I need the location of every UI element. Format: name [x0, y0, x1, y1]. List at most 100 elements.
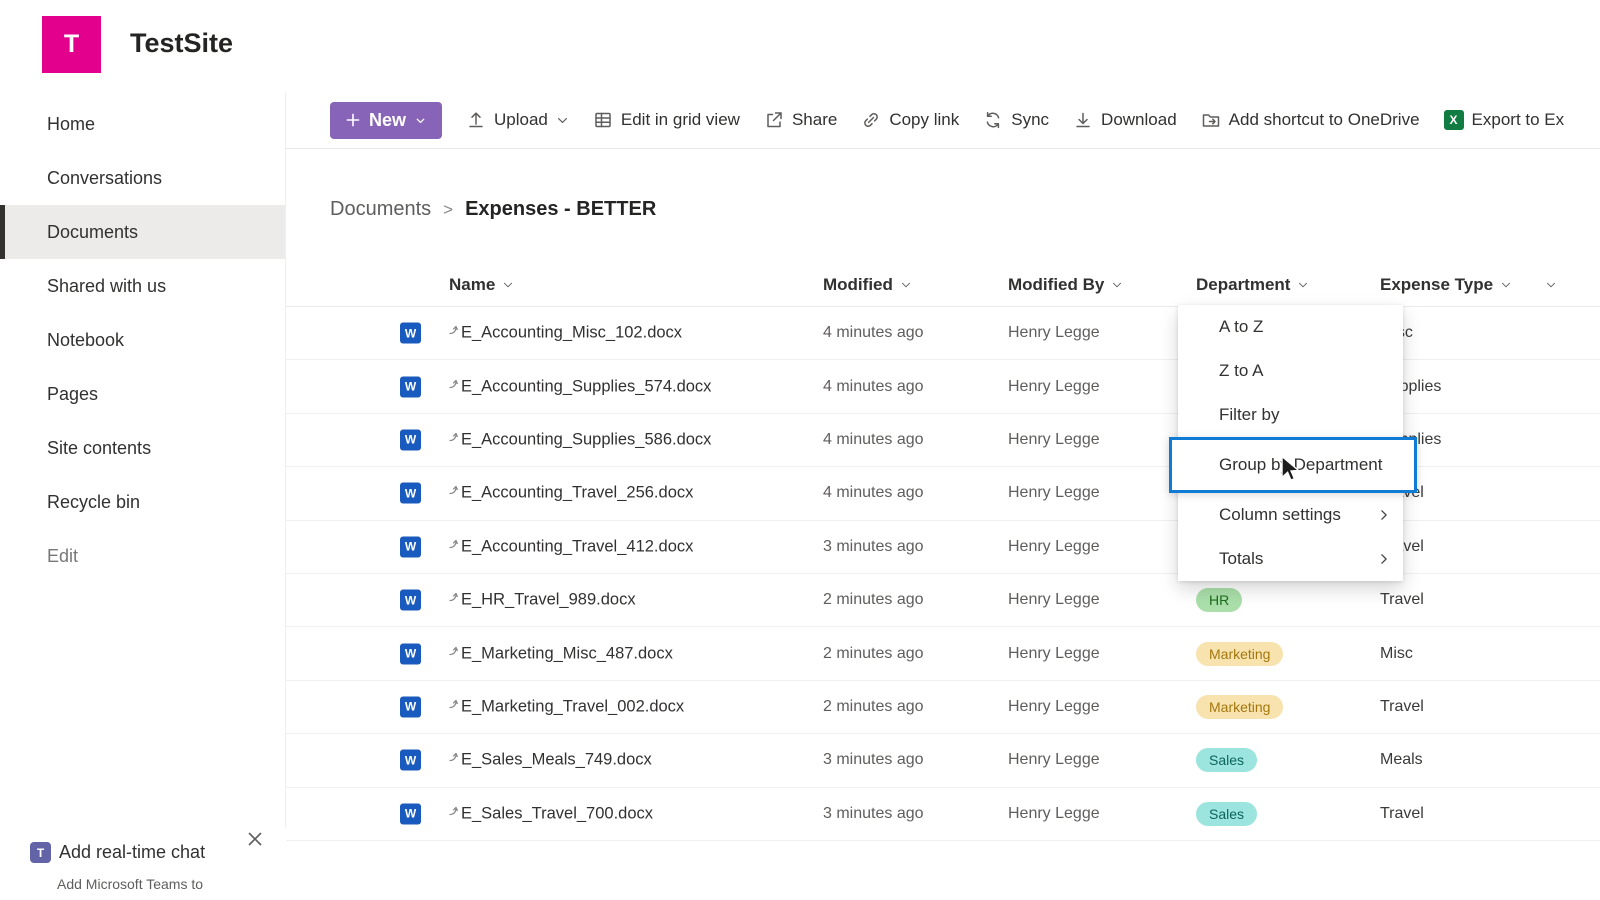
- sidebar-item-label: Conversations: [47, 167, 163, 188]
- modified-value: 3 minutes ago: [823, 537, 924, 555]
- new-badge-icon: [449, 432, 459, 442]
- word-file-icon: W: [400, 482, 421, 504]
- file-name-link[interactable]: E_Sales_Travel_700.docx: [449, 804, 653, 823]
- toolbar-item-upload[interactable]: Upload: [466, 110, 569, 130]
- department-badge: Sales: [1196, 801, 1258, 826]
- close-icon[interactable]: [244, 828, 266, 850]
- modified-value: 4 minutes ago: [823, 430, 924, 448]
- toolbar-item-share[interactable]: Share: [764, 110, 837, 130]
- file-name-link[interactable]: E_Accounting_Travel_412.docx: [449, 537, 693, 556]
- chevron-down-icon: [1299, 282, 1308, 288]
- modified-by-value: Henry Legge: [1008, 591, 1100, 609]
- file-name-link[interactable]: E_Accounting_Supplies_586.docx: [449, 430, 711, 449]
- file-name-link[interactable]: E_Accounting_Travel_256.docx: [449, 484, 693, 503]
- chevron-down-icon: [416, 118, 425, 123]
- word-file-icon: W: [400, 376, 421, 398]
- table-row[interactable]: W E_Marketing_Travel_002.docx 2 minutes …: [286, 681, 1600, 735]
- file-name-label: E_Accounting_Misc_102.docx: [461, 323, 683, 342]
- toolbar-item-label: Sync: [1011, 110, 1050, 129]
- breadcrumb-root[interactable]: Documents: [330, 198, 431, 221]
- sidebar-item-label: Recycle bin: [47, 491, 141, 512]
- column-header-modified[interactable]: Modified: [823, 275, 912, 295]
- sidebar-item-recycle-bin[interactable]: Recycle bin: [0, 475, 285, 529]
- table-row[interactable]: W E_HR_Travel_989.docx 2 minutes ago Hen…: [286, 574, 1600, 628]
- sidebar-item-label: Pages: [47, 383, 99, 404]
- menu-item-a-to-z[interactable]: A to Z: [1178, 305, 1403, 349]
- menu-item-column-settings[interactable]: Column settings: [1178, 493, 1403, 537]
- column-header-expense-type[interactable]: Expense Type: [1380, 275, 1512, 295]
- table-header: Name Modified Modified By Department Exp…: [286, 264, 1600, 307]
- sidebar-item-label: Documents: [47, 221, 139, 242]
- menu-item-totals[interactable]: Totals: [1178, 537, 1403, 581]
- download-icon: [1073, 110, 1093, 130]
- department-badge: Sales: [1196, 748, 1258, 773]
- file-name-label: E_HR_Travel_989.docx: [461, 590, 636, 609]
- sidebar-item-documents[interactable]: Documents: [0, 205, 285, 259]
- toolbar-item-sync[interactable]: Sync: [983, 110, 1049, 130]
- sidebar-item-home[interactable]: Home: [0, 97, 285, 151]
- toolbar-item-add-shortcut-to-onedrive[interactable]: Add shortcut to OneDrive: [1201, 110, 1420, 130]
- new-button-label: New: [369, 109, 407, 130]
- column-header-name-label: Name: [449, 275, 496, 294]
- breadcrumb: Documents > Expenses - BETTER: [330, 198, 656, 221]
- toolbar-item-export-to-ex[interactable]: X Export to Ex: [1443, 110, 1564, 130]
- toolbar-item-copy-link[interactable]: Copy link: [861, 110, 959, 130]
- sidebar-item-site-contents[interactable]: Site contents: [0, 421, 285, 475]
- toolbar-item-edit-in-grid-view[interactable]: Edit in grid view: [593, 110, 740, 130]
- file-name-link[interactable]: E_Marketing_Misc_487.docx: [449, 644, 673, 663]
- word-file-icon: W: [400, 749, 421, 771]
- sidebar-item-edit[interactable]: Edit: [0, 529, 285, 583]
- command-bar: New Upload Edit in grid view Share Copy …: [286, 92, 1600, 149]
- new-badge-icon: [449, 646, 459, 655]
- file-name-link[interactable]: E_HR_Travel_989.docx: [449, 591, 636, 610]
- new-button[interactable]: New: [330, 101, 443, 139]
- chevron-down-icon: [504, 282, 513, 288]
- table-row[interactable]: W E_Marketing_Misc_487.docx 2 minutes ag…: [286, 627, 1600, 681]
- new-badge-icon: [449, 539, 459, 548]
- new-badge-icon: [449, 753, 459, 762]
- site-logo[interactable]: T: [42, 16, 101, 73]
- menu-item-label: Column settings: [1219, 505, 1341, 524]
- file-name-link[interactable]: E_Accounting_Supplies_574.docx: [449, 377, 711, 396]
- word-file-icon: W: [400, 643, 421, 665]
- modified-value: 2 minutes ago: [823, 697, 924, 715]
- app-header: T TestSite: [0, 0, 1600, 92]
- chat-promo-title[interactable]: Add real-time chat: [59, 842, 205, 863]
- modified-by-value: Henry Legge: [1008, 644, 1100, 662]
- file-name-link[interactable]: E_Sales_Meals_749.docx: [449, 751, 652, 770]
- sidebar-item-label: Site contents: [47, 437, 152, 458]
- table-row[interactable]: W E_Sales_Travel_700.docx 3 minutes ago …: [286, 788, 1600, 841]
- toolbar-item-label: Upload: [494, 110, 548, 129]
- department-cell: Marketing: [1196, 641, 1284, 666]
- file-name-link[interactable]: E_Marketing_Travel_002.docx: [449, 697, 684, 716]
- file-name-label: E_Marketing_Travel_002.docx: [461, 697, 685, 716]
- file-name-label: E_Accounting_Travel_412.docx: [461, 537, 694, 556]
- sidebar-item-pages[interactable]: Pages: [0, 367, 285, 421]
- menu-item-z-to-a[interactable]: Z to A: [1178, 349, 1403, 393]
- column-header-modified-label: Modified: [823, 275, 893, 294]
- mouse-cursor: [1280, 455, 1302, 483]
- new-badge-icon: [449, 379, 459, 388]
- file-name-label: E_Accounting_Supplies_586.docx: [461, 430, 712, 449]
- toolbar-item-label: Download: [1101, 110, 1177, 129]
- menu-item-filter-by[interactable]: Filter by: [1178, 393, 1403, 437]
- sidebar-item-conversations[interactable]: Conversations: [0, 151, 285, 205]
- modified-by-value: Henry Legge: [1008, 484, 1100, 502]
- chevron-down-icon: [1546, 282, 1556, 288]
- file-name-link[interactable]: E_Accounting_Misc_102.docx: [449, 324, 682, 343]
- modified-by-value: Henry Legge: [1008, 751, 1100, 769]
- modified-value: 4 minutes ago: [823, 324, 924, 342]
- column-header-modified-by[interactable]: Modified By: [1008, 275, 1123, 295]
- column-header-name[interactable]: Name: [449, 275, 514, 295]
- toolbar-item-download[interactable]: Download: [1073, 110, 1177, 130]
- menu-item-label: Filter by: [1219, 405, 1280, 424]
- sidebar-item-shared-with-us[interactable]: Shared with us: [0, 259, 285, 313]
- table-row[interactable]: W E_Sales_Meals_749.docx 3 minutes ago H…: [286, 734, 1600, 788]
- modified-by-value: Henry Legge: [1008, 430, 1100, 448]
- column-header-department[interactable]: Department: [1196, 275, 1309, 295]
- column-header-extra[interactable]: [1545, 279, 1557, 291]
- plus-icon: [346, 113, 360, 127]
- sidebar-item-notebook[interactable]: Notebook: [0, 313, 285, 367]
- copy-link-icon: [861, 110, 881, 130]
- expense-type-value: Travel: [1380, 697, 1424, 715]
